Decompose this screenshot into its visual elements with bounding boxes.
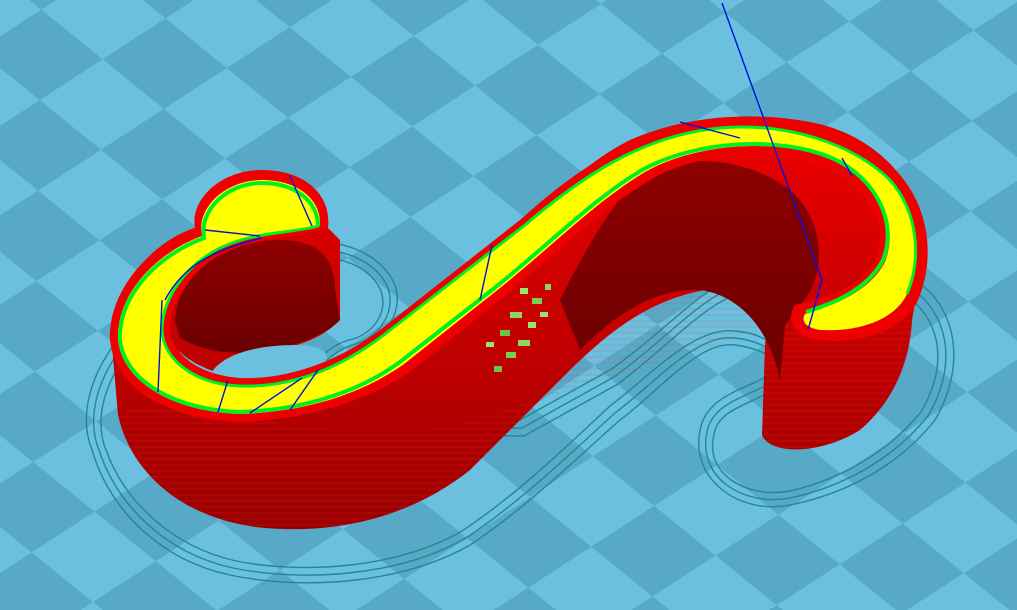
gcode-preview-viewport[interactable]	[0, 0, 1017, 610]
3d-scene[interactable]	[0, 0, 1017, 610]
